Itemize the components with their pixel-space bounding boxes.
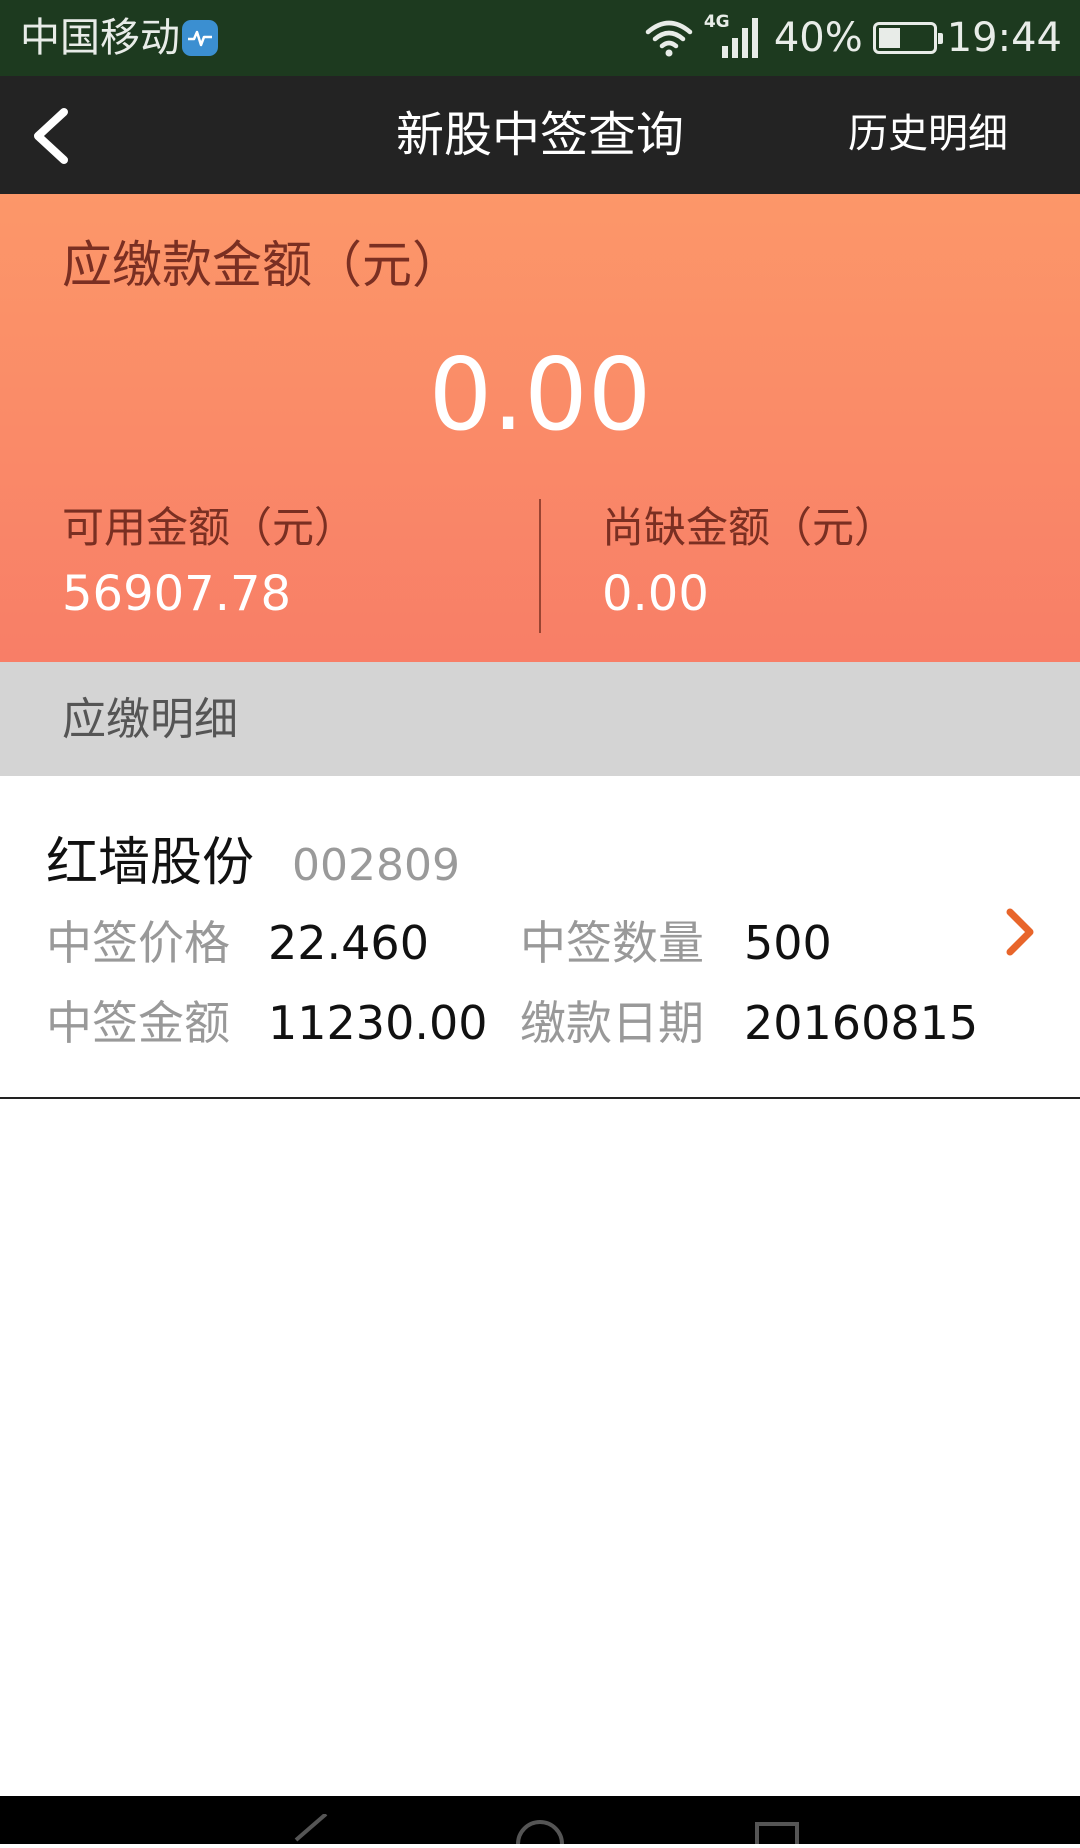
status-bar: 中国移动 4G 40% 19:44 (0, 0, 1080, 76)
battery-icon (872, 22, 943, 54)
network-type: 4G (703, 12, 730, 32)
due-amount-value: 0.00 (428, 336, 652, 453)
signal-icon: 4G (704, 12, 764, 60)
shortfall-amount-value: 0.00 (602, 566, 709, 622)
stock-code: 002809 (292, 840, 460, 891)
history-details-button[interactable]: 历史明细 (848, 106, 1008, 162)
amount-value: 11230.00 (268, 996, 488, 1050)
list-item[interactable]: 红墙股份 002809 中签价格 22.460 中签数量 500 中签金额 11… (0, 776, 1080, 1099)
quantity-label: 中签数量 (520, 916, 704, 970)
available-amount-value: 56907.78 (62, 566, 292, 622)
nav-home-icon[interactable] (514, 1814, 566, 1845)
nav-back-icon[interactable] (290, 1812, 330, 1844)
price-value: 22.460 (268, 916, 429, 970)
stock-name: 红墙股份 (46, 833, 255, 893)
summary-divider (539, 499, 541, 633)
title-bar: 新股中签查询 历史明细 (0, 76, 1080, 194)
payment-date-label: 缴款日期 (520, 996, 704, 1050)
chevron-right-icon[interactable] (1000, 904, 1040, 960)
battery-percent: 40% (773, 15, 863, 61)
payment-date-value: 20160815 (744, 996, 979, 1050)
shortfall-amount-label: 尚缺金额（元） (602, 503, 897, 552)
section-header: 应缴明细 (0, 662, 1080, 776)
available-amount-block: 可用金额（元） 56907.78 (62, 500, 356, 626)
system-nav-bar (0, 1796, 1080, 1848)
available-amount-label: 可用金额（元） (62, 503, 357, 552)
battery-fill (878, 28, 900, 48)
health-app-icon (182, 20, 218, 56)
amount-label: 中签金额 (46, 996, 230, 1050)
status-indicators: 4G 40% 19:44 (644, 12, 1062, 62)
payment-summary-panel: 应缴款金额（元） 0.00 可用金额（元） 56907.78 尚缺金额（元） 0… (0, 194, 1080, 662)
section-title: 应缴明细 (62, 694, 238, 745)
carrier-name: 中国移动 (20, 15, 180, 61)
price-label: 中签价格 (46, 916, 230, 970)
quantity-value: 500 (744, 916, 832, 970)
wifi-icon (644, 18, 694, 58)
shortfall-amount-block: 尚缺金额（元） 0.00 (602, 500, 896, 626)
due-amount-label: 应缴款金额（元） (62, 236, 462, 294)
clock: 19:44 (946, 15, 1062, 61)
nav-recents-icon[interactable] (754, 1814, 800, 1848)
